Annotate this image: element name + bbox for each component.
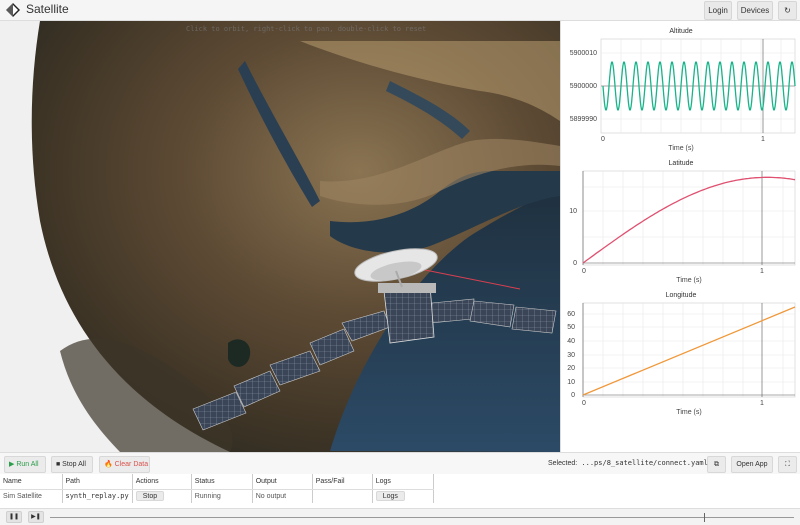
altitude-plot: Altitude 5900010 5900000 5899990 0 1 Tim…: [561, 21, 800, 153]
col-output: Output: [252, 474, 313, 490]
longitude-xtick-1: 1: [760, 400, 764, 407]
col-status: Status: [191, 474, 253, 490]
process-table: Name Path Actions Status Output Pass/Fai…: [0, 474, 800, 508]
altitude-ytick-0: 5900010: [570, 50, 597, 57]
altitude-xtick-0: 0: [601, 136, 605, 143]
selected-label: Selected:: [548, 460, 578, 467]
fullscreen-button[interactable]: ⛶: [778, 456, 797, 473]
latitude-plot: Latitude 10 0 0 1 Time (s): [561, 153, 800, 285]
col-name: Name: [0, 474, 63, 490]
plots-panel: Altitude 5900010 5900000 5899990 0 1 Tim…: [560, 21, 800, 452]
clear-data-button[interactable]: 🔥 Clear Data: [99, 456, 150, 473]
copy-path-button[interactable]: ⧉: [707, 456, 726, 473]
open-app-button[interactable]: Open App: [731, 456, 773, 473]
longitude-ytick-3: 30: [567, 352, 575, 359]
col-path: Path: [62, 474, 133, 490]
app-logo-icon: [6, 3, 20, 17]
longitude-title: Longitude: [666, 292, 697, 299]
app-window: Satellite Login Devices ↻ Click to orbit…: [0, 0, 800, 525]
selected-config: Selected: ...ps/8_satellite/connect.yaml: [548, 459, 708, 467]
latitude-ytick-1: 0: [573, 260, 577, 267]
logs-button[interactable]: Logs: [375, 491, 405, 502]
skip-end-icon: ▶❚: [31, 514, 41, 520]
row-passfail: [312, 489, 373, 503]
altitude-xtick-1: 1: [761, 136, 765, 143]
timeline-track[interactable]: [50, 517, 794, 518]
longitude-ytick-0: 60: [567, 311, 575, 318]
selected-path: ...ps/8_satellite/connect.yaml: [581, 459, 708, 467]
pause-icon: ❚❚: [8, 514, 20, 520]
latitude-ytick-0: 10: [569, 208, 577, 215]
latitude-xtick-0: 0: [582, 268, 586, 275]
longitude-xlabel: Time (s): [676, 409, 701, 416]
row-path: synth_replay.py: [62, 489, 133, 503]
refresh-button[interactable]: ↻: [778, 1, 797, 20]
3d-viewport[interactable]: Click to orbit, right-click to pan, doub…: [0, 21, 560, 452]
skip-button[interactable]: ▶❚: [28, 511, 44, 523]
table-header-row: Name Path Actions Status Output Pass/Fai…: [0, 474, 434, 490]
fullscreen-icon: ⛶: [785, 461, 790, 468]
latitude-xlabel: Time (s): [676, 277, 701, 284]
copy-icon: ⧉: [714, 461, 719, 468]
stop-all-button[interactable]: ■ Stop All: [51, 456, 93, 473]
altitude-ytick-1: 5900000: [570, 83, 597, 90]
top-bar: Satellite Login Devices ↻: [0, 0, 800, 21]
altitude-title: Altitude: [669, 28, 692, 35]
latitude-title: Latitude: [669, 160, 694, 167]
run-all-button[interactable]: ▶ Run All: [4, 456, 46, 473]
altitude-xlabel: Time (s): [668, 145, 693, 152]
devices-button[interactable]: Devices: [737, 1, 773, 20]
altitude-ytick-2: 5899990: [570, 116, 597, 123]
stop-process-button[interactable]: Stop: [135, 491, 165, 502]
col-actions: Actions: [132, 474, 192, 490]
longitude-ytick-6: 0: [571, 392, 575, 399]
app-title: Satellite: [26, 2, 69, 16]
longitude-plot: Longitude 60 50 40 30 20 10 0 0 1 Time (…: [561, 285, 800, 417]
longitude-xtick-0: 0: [582, 400, 586, 407]
latitude-xtick-1: 1: [760, 268, 764, 275]
refresh-icon: ↻: [784, 6, 791, 15]
col-passfail: Pass/Fail: [312, 474, 373, 490]
col-logs: Logs: [372, 474, 434, 490]
table-row[interactable]: Sim Satellite synth_replay.py Stop Runni…: [0, 489, 434, 503]
timeline-scrubber[interactable]: [704, 513, 705, 522]
longitude-ytick-1: 50: [567, 324, 575, 331]
longitude-ytick-5: 10: [567, 379, 575, 386]
satellite-scene: [0, 21, 560, 452]
playback-bar: ❚❚ ▶❚: [0, 508, 800, 525]
viewport-hint: Click to orbit, right-click to pan, doub…: [186, 25, 427, 33]
row-status: Running: [191, 489, 253, 503]
row-output: No output: [252, 489, 313, 503]
longitude-ytick-2: 40: [567, 338, 575, 345]
longitude-ytick-4: 20: [567, 365, 575, 372]
row-name: Sim Satellite: [0, 489, 63, 503]
pause-button[interactable]: ❚❚: [6, 511, 22, 523]
login-button[interactable]: Login: [704, 1, 732, 20]
